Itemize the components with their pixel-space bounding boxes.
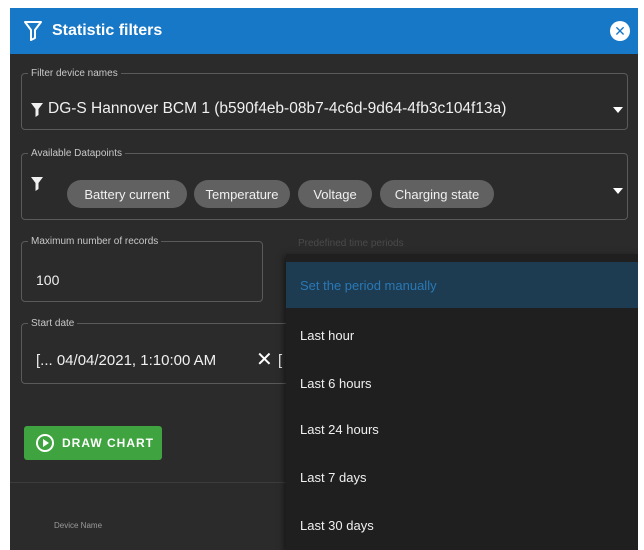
play-circle-icon	[36, 434, 54, 452]
filter-icon	[31, 177, 43, 191]
menu-item-last-24-hours[interactable]: Last 24 hours	[286, 406, 638, 452]
menu-item-last-6-hours[interactable]: Last 6 hours	[286, 360, 638, 406]
menu-item-last-7-days[interactable]: Last 7 days	[286, 454, 638, 500]
datapoint-chip-battery-current[interactable]: Battery current	[67, 180, 187, 208]
datapoint-chip-charging-state[interactable]: Charging state	[380, 180, 494, 208]
timespan-label: Predefined time periods	[298, 238, 404, 249]
datapoint-chip-voltage[interactable]: Voltage	[298, 180, 372, 208]
datapoints-label: Available Datapoints	[31, 148, 122, 159]
column-header-device-name[interactable]: Device Name	[54, 521, 102, 530]
clear-icon[interactable]: ✕	[256, 347, 273, 372]
menu-item-set-period-manually[interactable]: Set the period manually	[286, 262, 638, 308]
menu-item-last-30-days[interactable]: Last 30 days	[286, 502, 638, 548]
calendar-trailing: [	[278, 352, 283, 369]
datapoint-chip-temperature[interactable]: Temperature	[194, 180, 290, 208]
filter-icon	[31, 103, 43, 117]
device-filter-label: Filter device names	[31, 68, 118, 79]
device-filter-field[interactable]: Filter device names	[21, 68, 628, 130]
chevron-down-icon[interactable]	[613, 107, 623, 113]
statistic-filters-dialog: Statistic filters ✕ Filter device names …	[10, 8, 638, 550]
filter-icon	[24, 21, 42, 41]
start-date-value: [... 04/04/2021, 1:10:00 AM	[36, 352, 217, 369]
max-records-label: Maximum number of records	[31, 236, 159, 247]
start-date-label: Start date	[31, 318, 75, 329]
close-icon[interactable]: ✕	[610, 21, 630, 41]
max-records-value: 100	[36, 272, 60, 288]
dialog-titlebar: Statistic filters ✕	[10, 8, 638, 54]
chevron-down-icon[interactable]	[613, 188, 623, 194]
device-filter-value: DG-S Hannover BCM 1 (b590f4eb-08b7-4c6d-…	[48, 100, 507, 117]
max-records-field[interactable]: Maximum number of records	[21, 236, 263, 302]
dialog-title: Statistic filters	[52, 22, 163, 39]
menu-item-last-hour[interactable]: Last hour	[286, 312, 638, 358]
period-dropdown-menu: Set the period manually Last hour Last 6…	[286, 254, 638, 550]
draw-chart-label: DRAW CHART	[62, 436, 154, 450]
draw-chart-button[interactable]: DRAW CHART	[24, 426, 162, 460]
